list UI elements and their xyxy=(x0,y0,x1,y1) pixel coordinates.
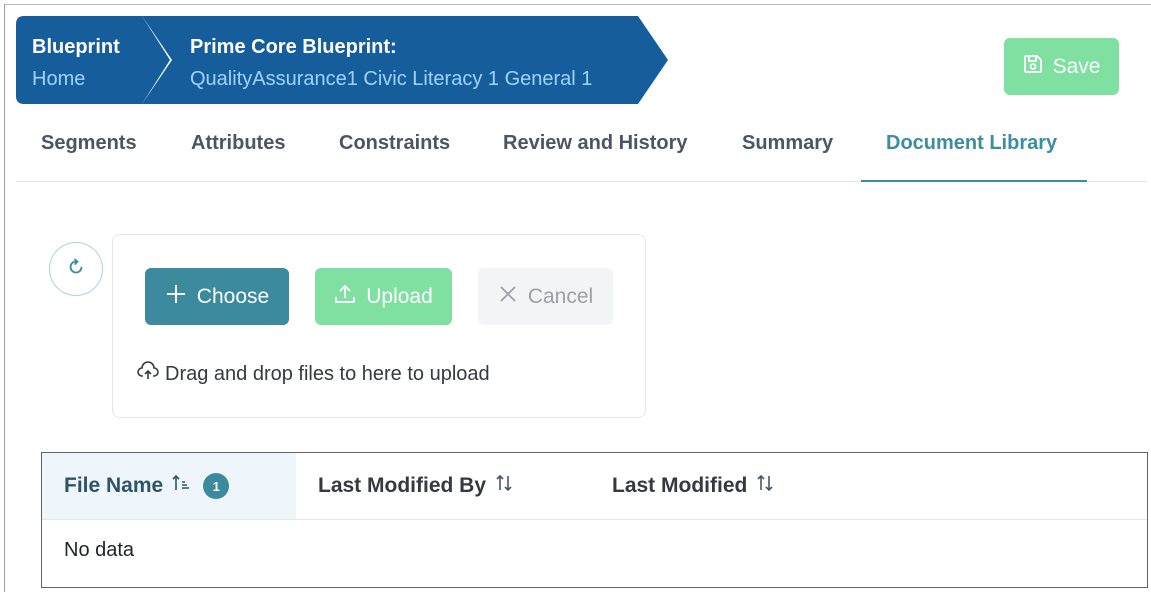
tab-document-library[interactable]: Document Library xyxy=(886,112,1057,182)
breadcrumb-subtitle: QualityAssurance1 Civic Literacy 1 Gener… xyxy=(190,68,593,90)
cloud-upload-icon xyxy=(137,361,159,387)
upload-icon xyxy=(334,283,356,311)
upload-label: Upload xyxy=(366,284,433,308)
sort-order-badge: 1 xyxy=(203,473,230,499)
dropzone-text: Drag and drop files to here to upload xyxy=(165,362,490,385)
choose-button[interactable]: Choose xyxy=(145,268,289,325)
column-header-file-name[interactable]: File Name 1 xyxy=(42,453,296,519)
plus-icon xyxy=(165,283,187,311)
document-table: File Name 1 Last Modified By Last Modifi… xyxy=(41,452,1148,588)
close-icon xyxy=(498,284,518,310)
cancel-label: Cancel xyxy=(527,284,594,308)
active-tab-indicator xyxy=(861,180,1087,182)
file-upload-panel: Choose Upload Cancel Drag and drop files… xyxy=(112,234,646,418)
column-label: Last Modified xyxy=(612,474,748,497)
refresh-button[interactable] xyxy=(49,242,103,296)
tab-review-and-history[interactable]: Review and History xyxy=(503,112,688,182)
save-label: Save xyxy=(1052,54,1101,78)
breadcrumb-prime-core-blueprint[interactable]: Prime Core Blueprint: QualityAssurance1 … xyxy=(142,16,670,104)
tab-constraints[interactable]: Constraints xyxy=(339,112,450,182)
refresh-icon xyxy=(66,257,86,282)
dropzone-hint[interactable]: Drag and drop files to here to upload xyxy=(137,361,490,387)
table-header: File Name 1 Last Modified By Last Modifi… xyxy=(42,453,1147,520)
column-label: File Name xyxy=(64,474,164,497)
breadcrumb-subtitle: Home xyxy=(32,68,86,90)
floppy-disk-icon xyxy=(1023,54,1043,80)
empty-table-message: No data xyxy=(64,539,135,561)
column-header-last-modified[interactable]: Last Modified xyxy=(612,453,775,519)
tab-segments[interactable]: Segments xyxy=(41,112,137,182)
column-header-last-modified-by[interactable]: Last Modified By xyxy=(318,453,514,519)
choose-label: Choose xyxy=(196,284,270,308)
column-label: Last Modified By xyxy=(318,474,487,497)
breadcrumb-title: Prime Core Blueprint: xyxy=(190,36,397,58)
sort-ascending-icon xyxy=(171,474,191,498)
breadcrumb-title: Blueprint xyxy=(32,36,120,58)
sort-icon xyxy=(755,474,775,498)
upload-button[interactable]: Upload xyxy=(315,268,452,325)
tab-attributes[interactable]: Attributes xyxy=(191,112,285,182)
tab-bar: Segments Attributes Constraints Review a… xyxy=(16,112,1147,182)
sort-icon xyxy=(494,474,514,498)
tab-summary[interactable]: Summary xyxy=(742,112,833,182)
cancel-button[interactable]: Cancel xyxy=(478,268,613,325)
save-button[interactable]: Save xyxy=(1004,38,1119,95)
